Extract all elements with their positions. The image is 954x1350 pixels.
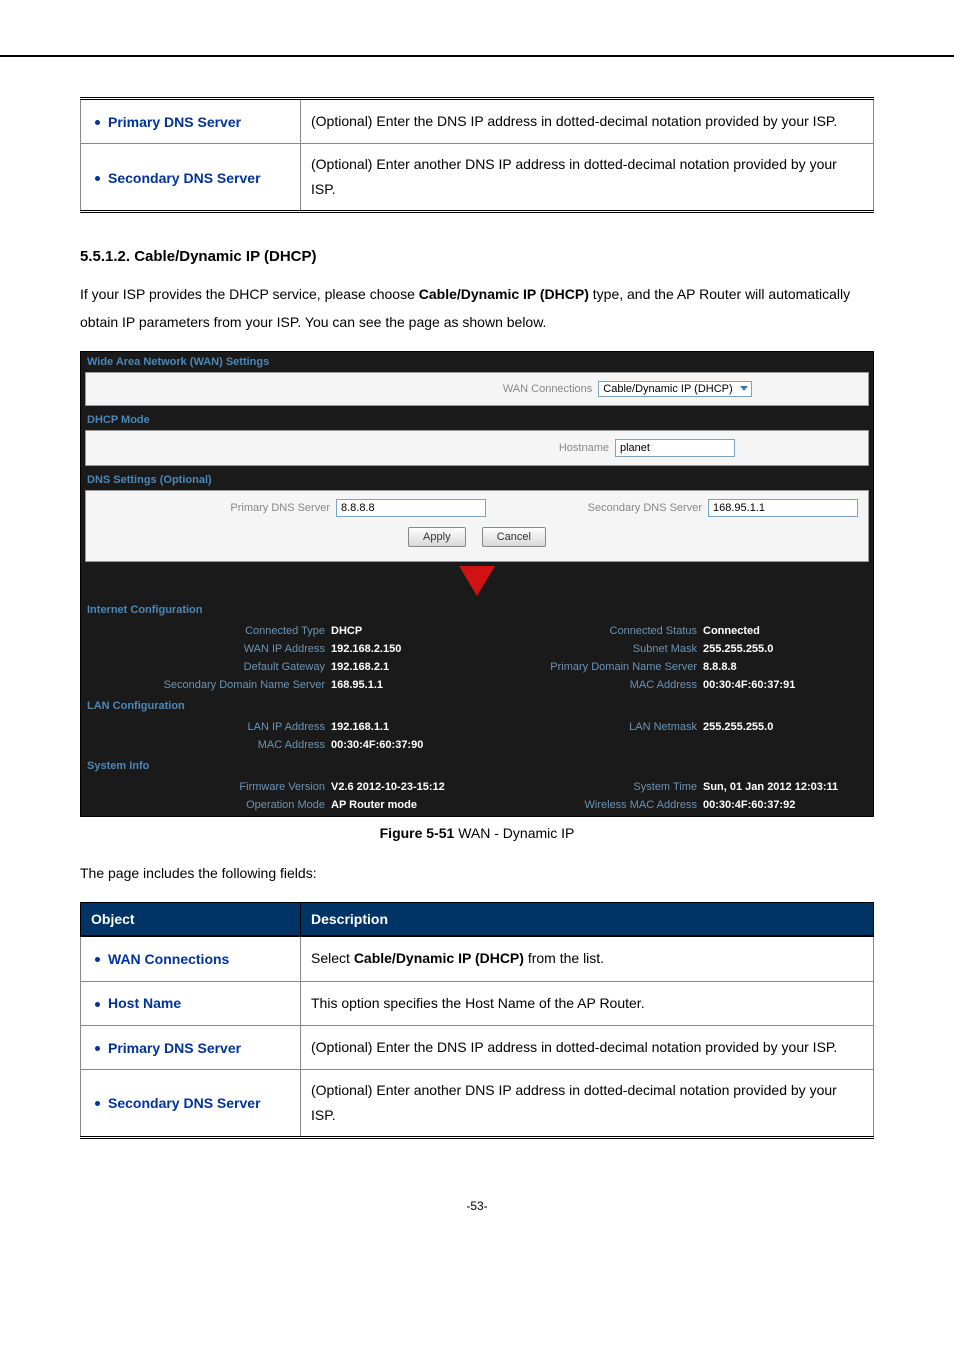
cancel-button[interactable]: Cancel	[482, 527, 546, 547]
grid-label: Subnet Mask	[501, 643, 703, 655]
grid-label: MAC Address	[81, 739, 331, 751]
dns-settings-header: DNS Settings (Optional)	[81, 470, 873, 490]
fields-row-desc: (Optional) Enter another DNS IP address …	[301, 1069, 874, 1137]
grid-row: Operation ModeAP Router modeWireless MAC…	[81, 796, 873, 814]
grid-row: Connected TypeDHCPConnected StatusConnec…	[81, 622, 873, 640]
grid-label: LAN IP Address	[81, 721, 331, 733]
screenshot-title: Wide Area Network (WAN) Settings	[81, 352, 873, 372]
dns-area: Primary DNS Server 8.8.8.8 Secondary DNS…	[85, 490, 869, 562]
internet-config-grid: Connected TypeDHCPConnected StatusConnec…	[81, 620, 873, 696]
grid-value: V2.6 2012-10-23-15:12	[331, 781, 501, 793]
secondary-dns-label: Secondary DNS Server	[486, 502, 708, 514]
internet-config-header: Internet Configuration	[81, 600, 873, 620]
grid-value: 192.168.2.1	[331, 661, 501, 673]
grid-row: WAN IP Address192.168.2.150Subnet Mask25…	[81, 640, 873, 658]
apply-button[interactable]: Apply	[408, 527, 466, 547]
fields-row-desc: This option specifies the Host Name of t…	[301, 981, 874, 1025]
fields-row-desc: (Optional) Enter the DNS IP address in d…	[301, 1025, 874, 1069]
secondary-dns-input[interactable]: 168.95.1.1	[708, 499, 858, 517]
grid-label: Firmware Version	[81, 781, 331, 793]
section-heading: 5.5.1.2. Cable/Dynamic IP (DHCP)	[80, 248, 874, 265]
grid-label: Secondary Domain Name Server	[81, 679, 331, 691]
top-row-1-label: Secondary DNS Server	[81, 144, 301, 212]
grid-value: 192.168.1.1	[331, 721, 501, 733]
grid-value: Sun, 01 Jan 2012 12:03:11	[703, 781, 873, 793]
top-row-0-label: Primary DNS Server	[81, 99, 301, 144]
grid-value	[703, 739, 873, 751]
fields-row-desc: Select Cable/Dynamic IP (DHCP) from the …	[301, 936, 874, 981]
grid-value: 00:30:4F:60:37:90	[331, 739, 501, 751]
grid-value: 00:30:4F:60:37:92	[703, 799, 873, 811]
system-info-header: System Info	[81, 756, 873, 776]
wan-connections-area: WAN Connections Cable/Dynamic IP (DHCP)	[85, 372, 869, 406]
grid-value: 192.168.2.150	[331, 643, 501, 655]
grid-value: 168.95.1.1	[331, 679, 501, 691]
grid-label: Connected Status	[501, 625, 703, 637]
grid-label: WAN IP Address	[81, 643, 331, 655]
fields-table: Object Description WAN ConnectionsSelect…	[80, 902, 874, 1139]
dhcp-mode-header: DHCP Mode	[81, 410, 873, 430]
primary-dns-input[interactable]: 8.8.8.8	[336, 499, 486, 517]
grid-value: 255.255.255.0	[703, 643, 873, 655]
grid-value: DHCP	[331, 625, 501, 637]
grid-row: MAC Address00:30:4F:60:37:90	[81, 736, 873, 754]
grid-row: Firmware VersionV2.6 2012-10-23-15:12Sys…	[81, 778, 873, 796]
grid-label: Connected Type	[81, 625, 331, 637]
grid-label: Default Gateway	[81, 661, 331, 673]
hostname-area: Hostname planet	[85, 430, 869, 466]
top-row-0-desc: (Optional) Enter the DNS IP address in d…	[301, 99, 874, 144]
grid-value: 255.255.255.0	[703, 721, 873, 733]
wan-connections-label: WAN Connections	[202, 383, 592, 395]
grid-label: Primary Domain Name Server	[501, 661, 703, 673]
grid-row: Default Gateway192.168.2.1Primary Domain…	[81, 658, 873, 676]
lan-config-grid: LAN IP Address192.168.1.1LAN Netmask255.…	[81, 716, 873, 756]
fields-intro: The page includes the following fields:	[80, 859, 874, 887]
page-number: -53-	[80, 1199, 874, 1213]
top-row-1-desc: (Optional) Enter another DNS IP address …	[301, 144, 874, 212]
fields-row-label: Host Name	[81, 981, 301, 1025]
grid-value: AP Router mode	[331, 799, 501, 811]
hostname-input[interactable]: planet	[615, 439, 735, 457]
fields-header-description: Description	[301, 903, 874, 937]
grid-row: LAN IP Address192.168.1.1LAN Netmask255.…	[81, 718, 873, 736]
fields-header-object: Object	[81, 903, 301, 937]
grid-label: Wireless MAC Address	[501, 799, 703, 811]
section-body: If your ISP provides the DHCP service, p…	[80, 280, 874, 336]
grid-value: 8.8.8.8	[703, 661, 873, 673]
fields-row-label: Primary DNS Server	[81, 1025, 301, 1069]
fields-row-label: Secondary DNS Server	[81, 1069, 301, 1137]
grid-value: 00:30:4F:60:37:91	[703, 679, 873, 691]
wan-connections-select[interactable]: Cable/Dynamic IP (DHCP)	[598, 381, 751, 397]
grid-label: System Time	[501, 781, 703, 793]
system-info-grid: Firmware VersionV2.6 2012-10-23-15:12Sys…	[81, 776, 873, 816]
grid-label: Operation Mode	[81, 799, 331, 811]
screenshot-wan-settings: Wide Area Network (WAN) Settings WAN Con…	[80, 351, 874, 817]
primary-dns-label: Primary DNS Server	[86, 502, 336, 514]
fields-row-label: WAN Connections	[81, 936, 301, 981]
hostname-label: Hostname	[219, 442, 609, 454]
grid-row: Secondary Domain Name Server168.95.1.1MA…	[81, 676, 873, 694]
grid-label: MAC Address	[501, 679, 703, 691]
grid-label	[501, 739, 703, 751]
grid-value: Connected	[703, 625, 873, 637]
figure-caption: Figure 5-51 WAN - Dynamic IP	[80, 825, 874, 841]
grid-label: LAN Netmask	[501, 721, 703, 733]
arrow-down-icon	[459, 566, 495, 596]
top-def-table: Primary DNS Server (Optional) Enter the …	[80, 97, 874, 213]
lan-config-header: LAN Configuration	[81, 696, 873, 716]
